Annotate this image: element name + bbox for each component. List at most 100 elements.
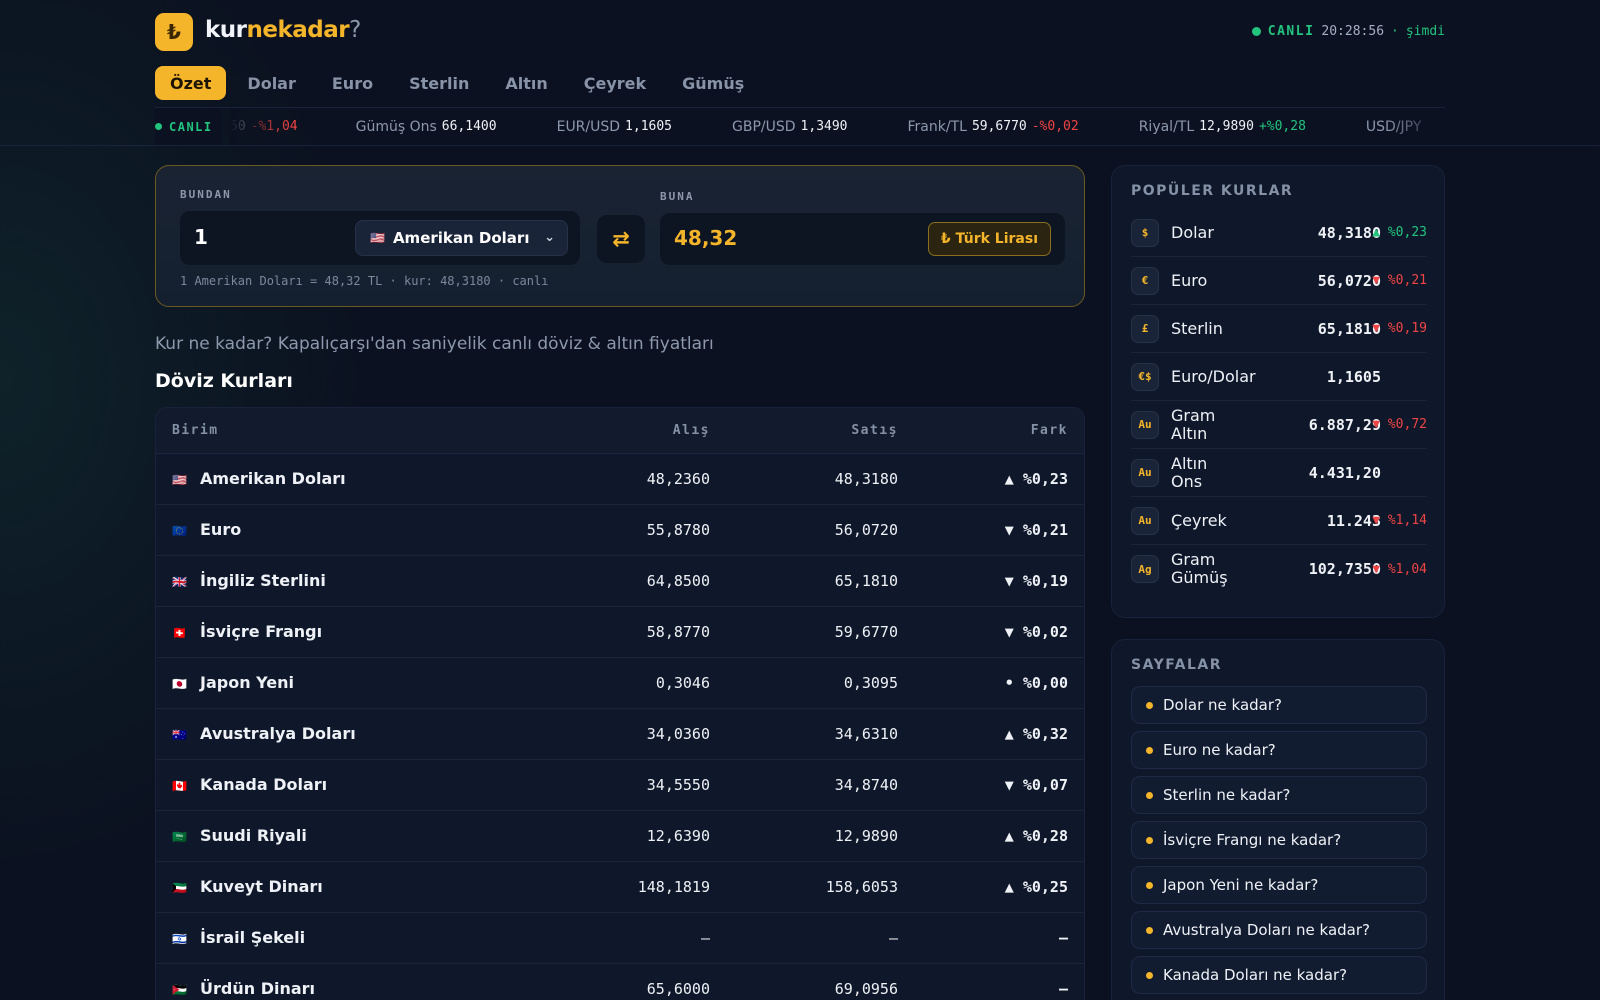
tab-1[interactable]: Dolar <box>232 66 310 100</box>
tab-2[interactable]: Euro <box>317 66 388 100</box>
table-row[interactable]: 🇯🇴 Ürdün Dinarı 65,6000 69,0956– <box>156 963 1084 1000</box>
popular-rate-row[interactable]: $ Dolar 48,3180 ▲ %0,23 <box>1131 209 1427 257</box>
rate-sell: 56,0720 <box>726 504 914 556</box>
rate-name-cell: 🇺🇸 Amerikan Doları <box>156 453 536 505</box>
table-row[interactable]: 🇦🇺 Avustralya Doları 34,0360 34,6310 ▲ %0,32 <box>156 708 1084 760</box>
popular-rate-row[interactable]: €$ Euro/Dolar 1,1605 <box>1131 353 1427 401</box>
rate-buy: 148,1819 <box>536 861 726 913</box>
tab-4[interactable]: Altın <box>490 66 562 100</box>
to-currency-button[interactable]: ₺ Türk Lirası <box>927 222 1051 256</box>
currency-symbol-icon: Au <box>1131 458 1159 487</box>
table-row[interactable]: 🇨🇦 Kanada Doları 34,5550 34,8740 ▼ %0,07 <box>156 759 1084 811</box>
rate-buy: 12,6390 <box>536 810 726 862</box>
bullet-icon <box>1146 701 1153 709</box>
tab-0[interactable]: Özet <box>155 66 227 100</box>
rate-name-cell: 🇪🇺 Euro <box>156 504 536 556</box>
popular-rate-row[interactable]: Au Gram Altın 6.887,29 ▼ %0,72 <box>1131 401 1427 449</box>
ticker-item-name: GBP/USD <box>732 118 796 135</box>
page-link[interactable]: Japon Yeni ne kadar? <box>1131 866 1427 904</box>
page-link[interactable]: Sterlin ne kadar? <box>1131 776 1427 814</box>
live-dot-icon <box>1251 27 1261 36</box>
popular-rate-row[interactable]: £ Sterlin 65,1810 ▼ %0,19 <box>1131 305 1427 353</box>
site-logo[interactable]: kurnekadar? <box>205 17 361 43</box>
popular-rates-title: POPÜLER KURLAR <box>1131 183 1294 199</box>
popular-rate-row[interactable]: Au Altın Ons 4.431,20 <box>1131 449 1427 497</box>
currency-symbol-icon: € <box>1131 266 1159 295</box>
logo-part-question: ? <box>349 17 361 43</box>
table-row[interactable]: 🇺🇸 Amerikan Doları 48,2360 48,3180 ▲ %0,23 <box>156 453 1084 505</box>
rate-name-cell: 🇰🇼 Kuveyt Dinarı <box>156 861 536 913</box>
rate-name-cell: 🇨🇭 İsviçre Frangı <box>156 606 536 658</box>
popular-rate-value: 102,7350 <box>1308 560 1381 578</box>
tab-3[interactable]: Sterlin <box>394 66 484 100</box>
ticker-item-value: 59,6770 <box>971 119 1027 134</box>
ticker-item: EUR/USD 1,1605 <box>557 119 672 135</box>
rate-sell: 65,1810 <box>726 555 914 607</box>
page-link[interactable]: İsviçre Frangı ne kadar? <box>1131 821 1427 859</box>
rate-name-cell: 🇨🇦 Kanada Doları <box>156 759 536 811</box>
bullet-icon <box>1146 836 1153 844</box>
tab-5[interactable]: Çeyrek <box>569 66 661 100</box>
ticker-track: 50 -%1,04 Gümüş Ons66,1400EUR/USD1,1605G… <box>230 108 1445 145</box>
site-header: ₺ kurnekadar? CANLI 20:28:56 · şimdi <box>155 13 1445 51</box>
popular-rate-row[interactable]: Au Çeyrek 11.243 ▼ %1,14 <box>1131 497 1427 545</box>
page-link-label: Japon Yeni ne kadar? <box>1163 876 1319 894</box>
table-row[interactable]: 🇰🇼 Kuveyt Dinarı 148,1819 158,6053 ▲ %0,25 <box>156 861 1084 913</box>
page-link-label: Sterlin ne kadar? <box>1163 786 1291 804</box>
flag-icon: 🇮🇱 <box>172 931 187 946</box>
rate-name: Japon Yeni <box>200 673 294 692</box>
flag-icon: 🇯🇵 <box>172 676 187 691</box>
swap-button[interactable]: ⇄ <box>597 215 645 263</box>
popular-rate-value: 1,1605 <box>1326 367 1381 386</box>
rate-change: ▲ %0,23 <box>914 453 1084 505</box>
header-satis: Satış <box>726 408 914 454</box>
rate-buy: 55,8780 <box>536 504 726 556</box>
flag-icon: 🇦🇺 <box>172 727 187 742</box>
page-link-label: Dolar ne kadar? <box>1163 696 1282 714</box>
currency-symbol-icon: £ <box>1131 314 1159 343</box>
table-row[interactable]: 🇬🇧 İngiliz Sterlini 64,8500 65,1810 ▼ %0,19 <box>156 555 1084 607</box>
ticker-item-change: +%0,28 <box>1258 119 1306 134</box>
live-separator: · <box>1391 24 1399 39</box>
table-row[interactable]: 🇮🇱 İsrail Şekeli – – – <box>156 912 1084 964</box>
from-currency-select[interactable]: 🇺🇸 Amerikan Doları ⌄ <box>355 220 568 256</box>
page-link-label: Avustralya Doları ne kadar? <box>1163 921 1370 939</box>
currency-symbol-icon: Au <box>1131 410 1159 439</box>
currency-symbol-icon: $ <box>1131 218 1159 247</box>
to-label: BUNA <box>660 190 695 203</box>
rate-buy: 65,6000 <box>536 963 726 1000</box>
pages-title: SAYFALAR <box>1131 657 1223 673</box>
table-row[interactable]: 🇨🇭 İsviçre Frangı 58,8770 59,6770 ▼ %0,02 <box>156 606 1084 658</box>
currency-symbol-icon: €$ <box>1131 362 1159 391</box>
rate-name: Euro <box>200 520 242 539</box>
amount-input[interactable]: 1 <box>194 225 208 249</box>
ticker-item-value: 66,1400 <box>441 119 497 134</box>
page-link[interactable]: Euro ne kadar? <box>1131 731 1427 769</box>
popular-rate-value: 56,0720 <box>1317 271 1381 290</box>
logo-part-kur: kur <box>205 17 247 43</box>
price-ticker: CANLI 50 -%1,04 Gümüş Ons66,1400EUR/USD1… <box>155 107 1445 145</box>
page-link[interactable]: Dolar ne kadar? <box>1131 686 1427 724</box>
rate-sell: 0,3095 <box>726 657 914 709</box>
table-row[interactable]: 🇪🇺 Euro 55,8780 56,0720 ▼ %0,21 <box>156 504 1084 556</box>
ticker-item-value: 1,3490 <box>800 119 848 134</box>
currency-converter: BUNDAN BUNA 1 🇺🇸 Amerikan Doları ⌄ ⇄ 48,… <box>155 165 1085 307</box>
rate-change: ▼ %0,02 <box>914 606 1084 658</box>
popular-rate-name: Euro <box>1171 270 1208 290</box>
tab-6[interactable]: Gümüş <box>667 66 759 100</box>
popular-rate-change: ▼ %1,04 <box>1372 561 1427 577</box>
conversion-result: 48,32 <box>674 226 738 250</box>
popular-rate-row[interactable]: Ag Gram Gümüş 102,7350 ▼ %1,04 <box>1131 545 1427 593</box>
rate-name: İsviçre Frangı <box>200 622 323 641</box>
ticker-item-name: EUR/USD <box>556 118 621 135</box>
popular-rate-row[interactable]: € Euro 56,0720 ▼ %0,21 <box>1131 257 1427 305</box>
header-alis: Alış <box>536 408 726 454</box>
table-row[interactable]: 🇯🇵 Japon Yeni 0,3046 0,3095 • %0,00 <box>156 657 1084 709</box>
lira-logo-icon[interactable]: ₺ <box>155 13 193 51</box>
rate-sell: 48,3180 <box>726 453 914 505</box>
rates-section-title: Döviz Kurları <box>155 370 293 392</box>
page-link[interactable]: Kanada Doları ne kadar? <box>1131 956 1427 994</box>
page-link[interactable]: Avustralya Doları ne kadar? <box>1131 911 1427 949</box>
table-row[interactable]: 🇸🇦 Suudi Riyali 12,6390 12,9890 ▲ %0,28 <box>156 810 1084 862</box>
rate-buy: 48,2360 <box>536 453 726 505</box>
